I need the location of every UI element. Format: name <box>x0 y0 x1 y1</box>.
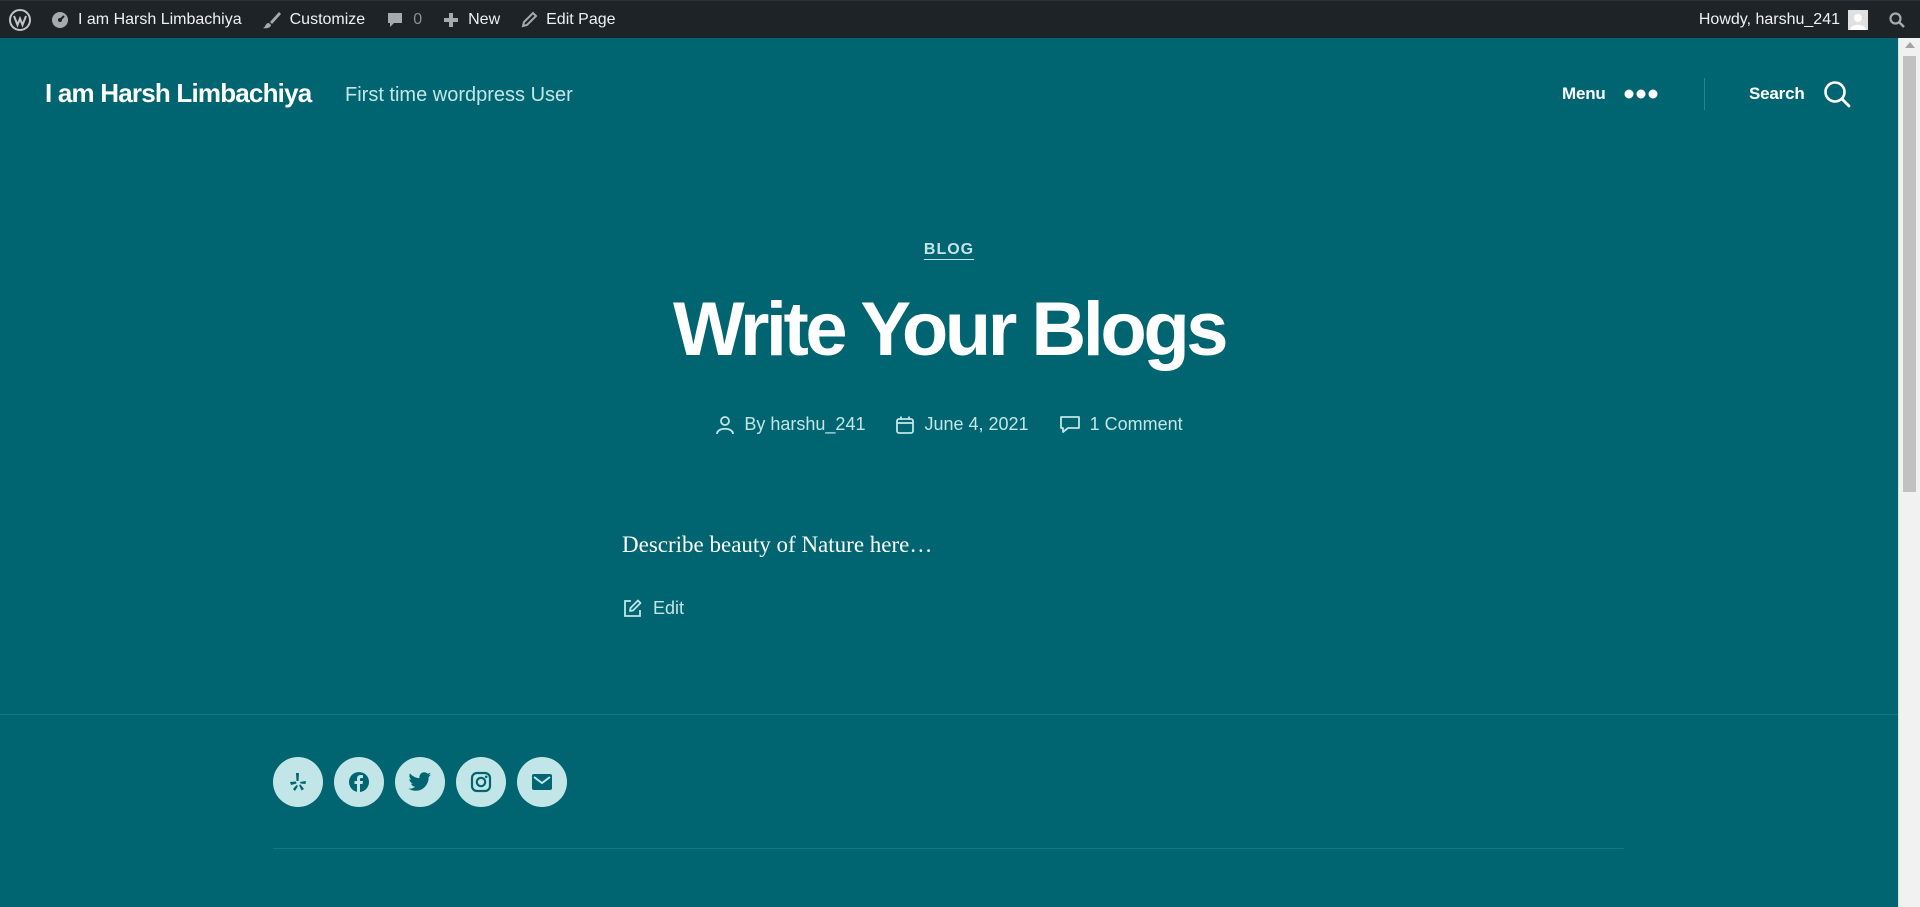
post-comments-label: 1 Comment <box>1089 414 1183 434</box>
wordpress-icon <box>9 9 31 31</box>
wordpress-logo-button[interactable] <box>0 1 40 39</box>
edit-label: Edit <box>653 598 685 618</box>
customize-link[interactable]: Customize <box>252 1 376 39</box>
search-icon <box>1823 81 1850 108</box>
twitter-icon <box>408 772 431 791</box>
dashboard-icon <box>52 12 68 28</box>
pencil-icon <box>521 11 538 28</box>
plus-icon <box>444 13 459 27</box>
footer-separator <box>0 714 1898 715</box>
post-meta: By harshu_241 June 4, 2021 1 Comment <box>0 414 1898 435</box>
site-title[interactable]: I am Harsh Limbachiya <box>45 78 312 109</box>
my-account-link[interactable]: Howdy, harshu_241 <box>1689 1 1878 39</box>
greeting-label: Howdy, harshu_241 <box>1698 11 1840 28</box>
page-scrollbar[interactable] <box>1898 38 1920 907</box>
edit-post-link[interactable]: Edit <box>622 598 684 619</box>
header-divider <box>1704 78 1705 110</box>
avatar <box>1848 10 1868 30</box>
new-content-link[interactable]: New <box>432 1 510 39</box>
customize-label: Customize <box>289 11 366 28</box>
edit-page-label: Edit Page <box>546 11 616 28</box>
brush-icon <box>262 12 281 29</box>
post-date[interactable]: June 4, 2021 <box>895 414 1029 435</box>
more-dots-icon <box>1624 89 1658 99</box>
site-name-link[interactable]: I am Harsh Limbachiya <box>40 1 252 39</box>
menu-label: Menu <box>1562 84 1606 103</box>
category-links: BLOG <box>0 241 1898 259</box>
mail-icon <box>532 774 552 790</box>
post-date-label: June 4, 2021 <box>924 414 1029 434</box>
facebook-icon <box>349 772 369 792</box>
social-links <box>273 757 567 807</box>
post-author[interactable]: By harshu_241 <box>715 414 865 435</box>
email-link[interactable] <box>517 757 567 807</box>
yelp-link[interactable] <box>273 757 323 807</box>
comments-count: 0 <box>413 11 423 28</box>
site-description: First time wordpress User <box>345 84 573 106</box>
facebook-link[interactable] <box>334 757 384 807</box>
search-icon <box>1889 12 1905 28</box>
post-author-label: By harshu_241 <box>744 414 866 434</box>
scrollbar-thumb[interactable] <box>1903 56 1916 492</box>
comment-icon <box>1059 415 1080 433</box>
site-name-label: I am Harsh Limbachiya <box>78 11 242 28</box>
menu-toggle-button[interactable]: Menu <box>1562 78 1658 110</box>
edit-page-link[interactable]: Edit Page <box>510 1 625 39</box>
search-label: Search <box>1749 84 1805 103</box>
user-silhouette-icon <box>1850 14 1866 30</box>
edit-icon <box>624 599 642 617</box>
user-icon <box>716 415 735 434</box>
admin-search-button[interactable] <box>1878 1 1920 39</box>
calendar-icon <box>896 416 915 434</box>
instagram-icon <box>470 771 492 793</box>
search-toggle-button[interactable]: Search <box>1749 78 1851 110</box>
footer-divider <box>273 848 1624 849</box>
category-link-blog[interactable]: BLOG <box>924 241 974 258</box>
post-content: Describe beauty of Nature here… <box>622 532 933 557</box>
yelp-icon <box>290 773 306 791</box>
comments-link[interactable]: 0 <box>375 1 432 39</box>
page-title: Write Your Blogs <box>672 287 1229 372</box>
scroll-up-arrow-icon[interactable] <box>1905 42 1915 48</box>
instagram-link[interactable] <box>456 757 506 807</box>
twitter-link[interactable] <box>395 757 445 807</box>
admin-bar: I am Harsh Limbachiya Customize 0 New Ed… <box>0 0 1920 38</box>
new-label: New <box>468 11 501 28</box>
comment-bubble-icon <box>388 13 403 27</box>
post-comments[interactable]: 1 Comment <box>1059 414 1183 435</box>
